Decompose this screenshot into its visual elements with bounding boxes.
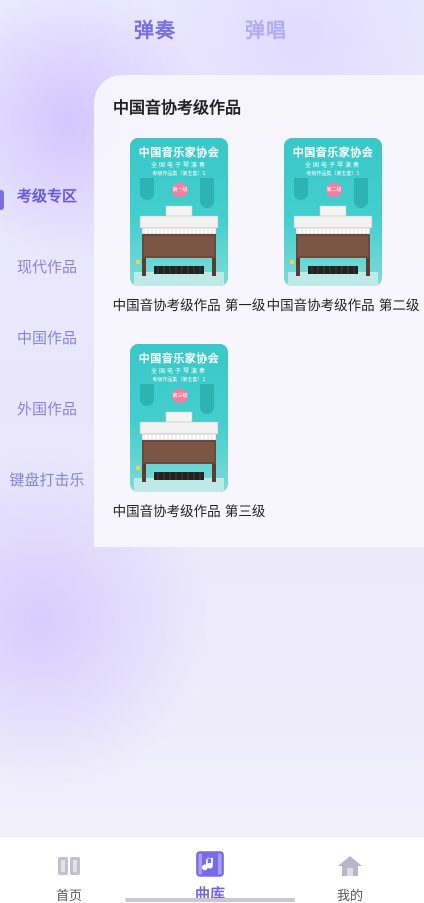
- cover-title: 中国音乐家协会: [138, 352, 220, 365]
- level-badge: 第三级: [172, 389, 188, 403]
- cover-subtitle-2: 考级作品集（第五套）1: [306, 171, 360, 177]
- active-indicator: [0, 190, 4, 210]
- cover-decoration: [294, 178, 308, 200]
- book-cover: 中国音乐家协会 全国电子琴演奏 考级作品集（第五套）1 第三级: [130, 344, 228, 492]
- home-icon: [338, 856, 362, 876]
- cover-decoration: [140, 178, 154, 200]
- sidebar-item-foreign[interactable]: 外国作品: [0, 389, 94, 429]
- book-title: 中国音协考级作品 第二级: [266, 298, 420, 314]
- cover-title: 中国音乐家协会: [292, 146, 374, 159]
- cover-subtitle: 全国电子琴演奏: [150, 162, 207, 169]
- home-indicator: [125, 898, 295, 902]
- sidebar-item-label: 键盘打击乐: [9, 471, 85, 489]
- cover-subtitle-2: 考级作品集（第五套）1: [152, 377, 206, 383]
- cover-subtitle: 全国电子琴演奏: [304, 162, 361, 169]
- section-title: 中国音协考级作品: [113, 98, 242, 117]
- sidebar-item-grading[interactable]: 考级专区: [0, 176, 94, 216]
- tab-play-sing[interactable]: 弹唱: [245, 14, 287, 43]
- level-badge: 第二级: [326, 183, 342, 197]
- sidebar-item-label: 现代作品: [16, 258, 77, 276]
- content-panel: 中国音协考级作品 中国音乐家协会 全国电子琴演奏 考级作品集（第五套）1 第一级: [94, 75, 424, 547]
- book-cover: 中国音乐家协会 全国电子琴演奏 考级作品集（第五套）1 第一级: [130, 138, 228, 286]
- cover-decoration: [140, 384, 154, 406]
- nav-home[interactable]: 首页: [14, 837, 124, 903]
- book-icon: [58, 857, 80, 875]
- book-title: 中国音协考级作品 第三级: [112, 504, 266, 520]
- cover-subtitle: 全国电子琴演奏: [150, 368, 207, 375]
- book-cover: 中国音乐家协会 全国电子琴演奏 考级作品集（第五套）1 第二级: [284, 138, 382, 286]
- music-library-icon: [196, 851, 224, 877]
- nav-library[interactable]: 曲库: [155, 837, 265, 903]
- keyboard-illustration-icon: [288, 205, 378, 286]
- cover-title: 中国音乐家协会: [138, 146, 220, 159]
- nav-label: 我的: [336, 889, 363, 903]
- keyboard-illustration-icon: [134, 205, 224, 286]
- tab-play[interactable]: 弹奏: [134, 14, 176, 43]
- sidebar-item-label: 考级专区: [16, 187, 77, 205]
- cover-subtitle-2: 考级作品集（第五套）1: [152, 171, 206, 177]
- level-badge: 第一级: [172, 183, 188, 197]
- top-tab-bar: 弹奏 弹唱: [0, 14, 424, 48]
- sidebar-item-keyboard-percussion[interactable]: 键盘打击乐: [0, 460, 94, 500]
- nav-label: 首页: [55, 889, 82, 903]
- sidebar-item-label: 外国作品: [16, 400, 77, 418]
- bottom-nav-bar: 首页 曲库 我的: [0, 836, 424, 903]
- book-title: 中国音协考级作品 第一级: [112, 298, 266, 314]
- keyboard-illustration-icon: [134, 411, 224, 492]
- nav-mine[interactable]: 我的: [295, 837, 405, 903]
- sidebar-item-label: 中国作品: [16, 329, 77, 347]
- sidebar-item-modern[interactable]: 现代作品: [0, 247, 94, 287]
- sidebar-item-chinese[interactable]: 中国作品: [0, 318, 94, 358]
